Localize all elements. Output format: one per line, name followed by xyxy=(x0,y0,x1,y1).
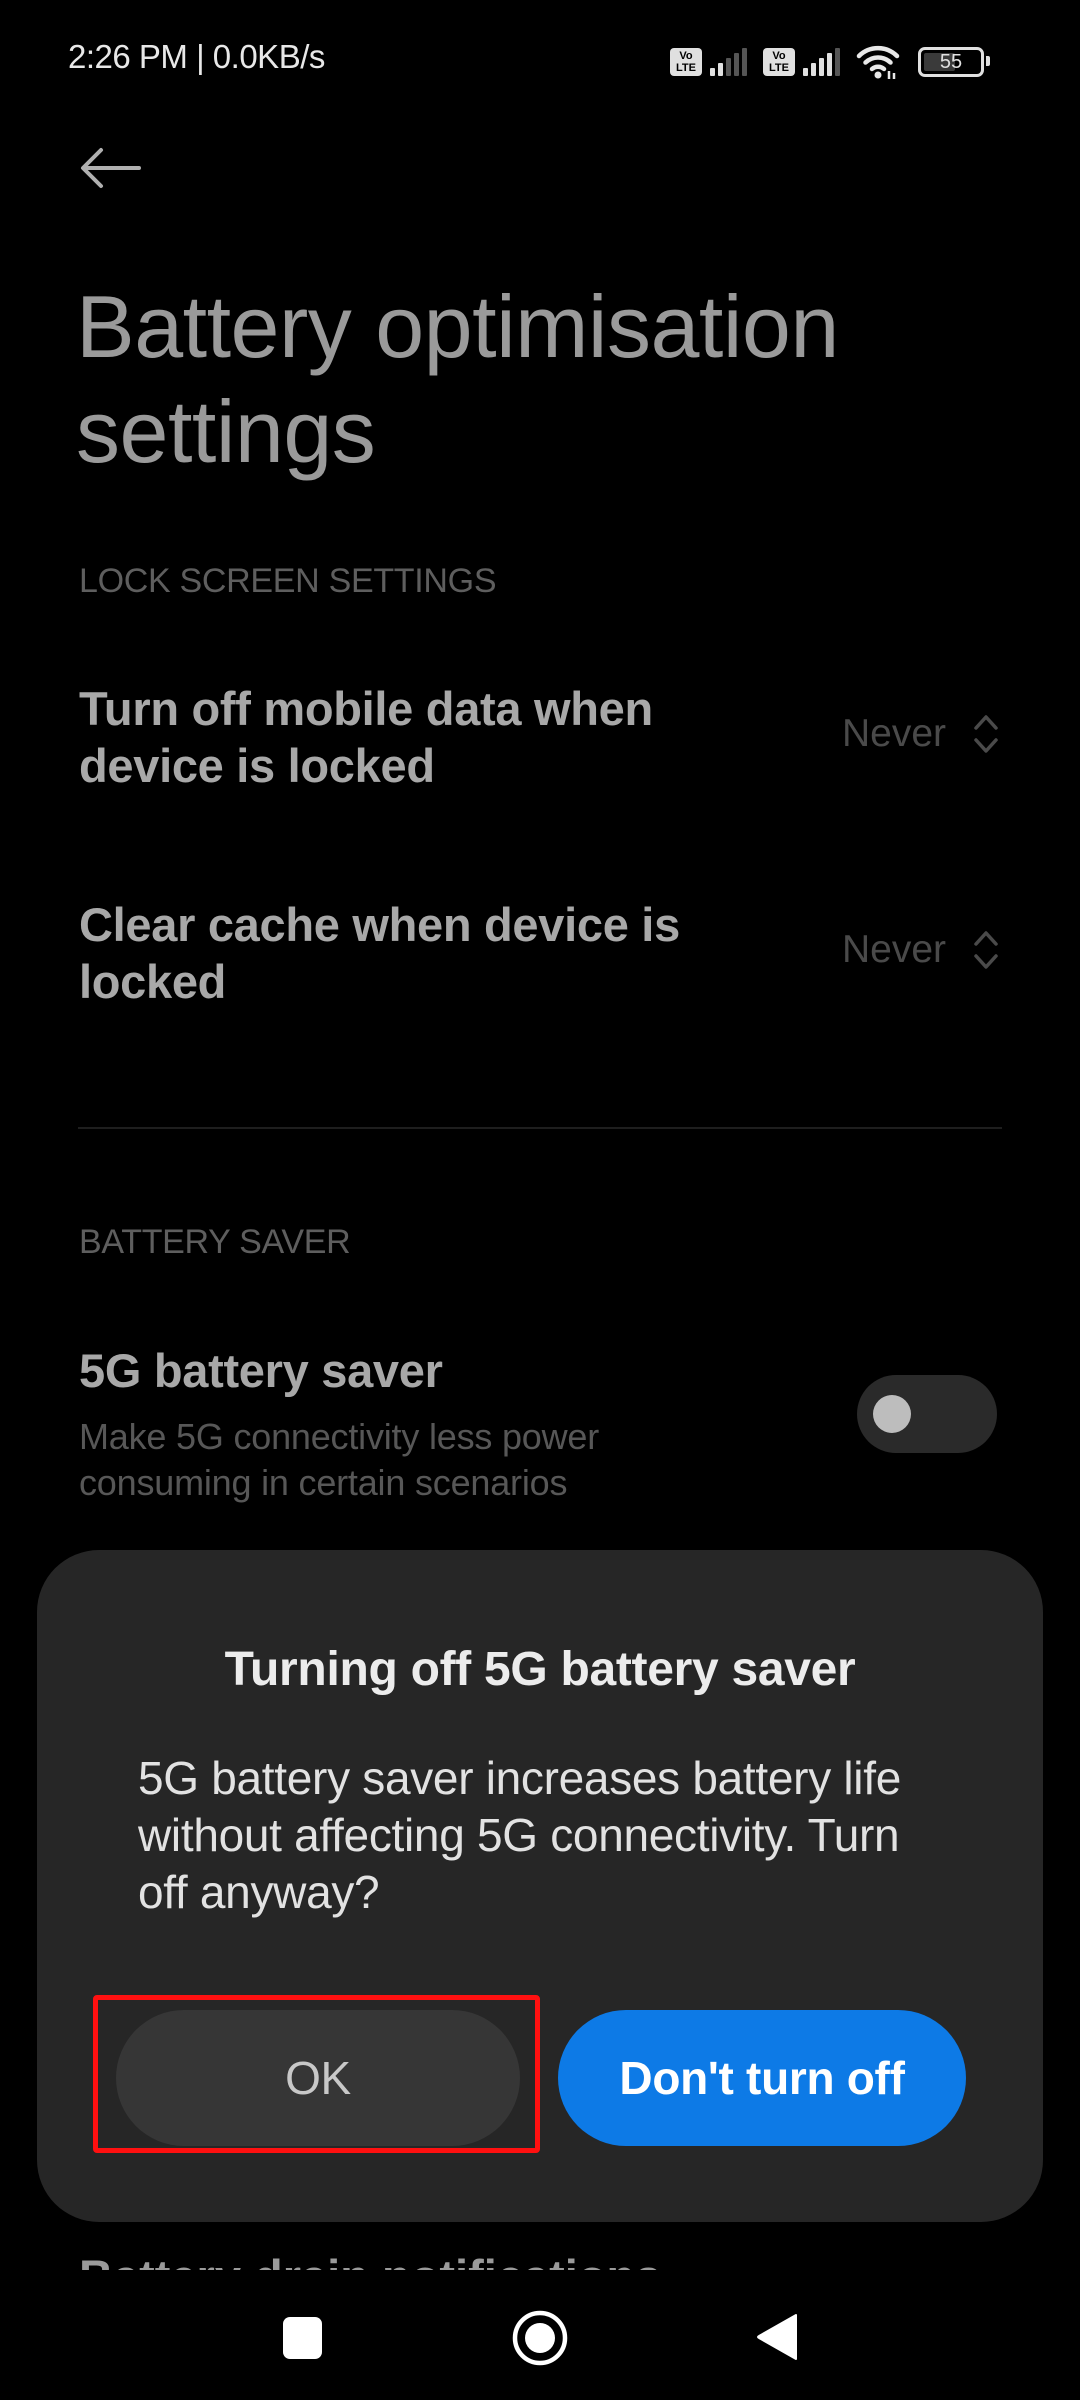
5g-battery-saver-toggle[interactable] xyxy=(857,1375,997,1453)
volte-label-bottom: LTE xyxy=(769,62,789,74)
highlight-box xyxy=(93,1995,540,2153)
signal-icon xyxy=(803,48,840,76)
volte-icon: Vo LTE xyxy=(670,48,702,76)
setting-value-selector[interactable]: Never xyxy=(842,712,1000,756)
toggle-knob xyxy=(873,1395,911,1433)
dialog-message: 5G battery saver increases battery life … xyxy=(138,1752,901,1918)
chevron-up-down-icon xyxy=(974,931,998,969)
divider xyxy=(78,1127,1002,1129)
setting-value: Never xyxy=(842,928,947,971)
home-icon[interactable] xyxy=(511,2309,569,2367)
confirm-dialog: Turning off 5G battery saver 5G battery … xyxy=(37,1550,1043,2222)
setting-battery-drain-notifications[interactable]: Battery drain notifications xyxy=(79,2248,661,2270)
dont-turn-off-label: Don't turn off xyxy=(619,2052,905,2104)
volte-label-top: Vo xyxy=(772,50,786,62)
dont-turn-off-button[interactable]: Don't turn off xyxy=(558,2010,966,2146)
arrow-left-icon[interactable] xyxy=(80,146,142,190)
volte-label-top: Vo xyxy=(679,50,693,62)
battery-icon: 55 xyxy=(918,47,990,77)
setting-subtitle: Make 5G connectivity less power consumin… xyxy=(79,1416,600,1503)
status-time: 2:26 PM | 0.0KB/s xyxy=(68,38,325,75)
wifi-icon xyxy=(856,45,900,79)
section-header-battery-saver: BATTERY SAVER xyxy=(79,1223,351,1261)
page-title: Battery optimisation settings xyxy=(76,277,839,481)
back-icon[interactable] xyxy=(756,2312,798,2362)
setting-value-selector[interactable]: Never xyxy=(842,928,1000,972)
setting-title: 5G battery saver xyxy=(79,1344,443,1397)
dialog-title: Turning off 5G battery saver xyxy=(224,1643,856,1696)
setting-title: Clear cache when device is locked xyxy=(79,898,680,1008)
setting-value: Never xyxy=(842,712,947,755)
setting-title: Turn off mobile data when device is lock… xyxy=(79,682,653,792)
battery-level: 55 xyxy=(939,50,963,73)
signal-icon xyxy=(710,48,747,76)
chevron-up-down-icon xyxy=(974,715,998,753)
section-header-lock-screen: LOCK SCREEN SETTINGS xyxy=(79,562,497,600)
status-icons: Vo LTE Vo LTE 55 xyxy=(670,42,990,82)
volte-label-bottom: LTE xyxy=(676,62,696,74)
recents-icon[interactable] xyxy=(283,2317,322,2359)
volte-icon: Vo LTE xyxy=(763,48,795,76)
